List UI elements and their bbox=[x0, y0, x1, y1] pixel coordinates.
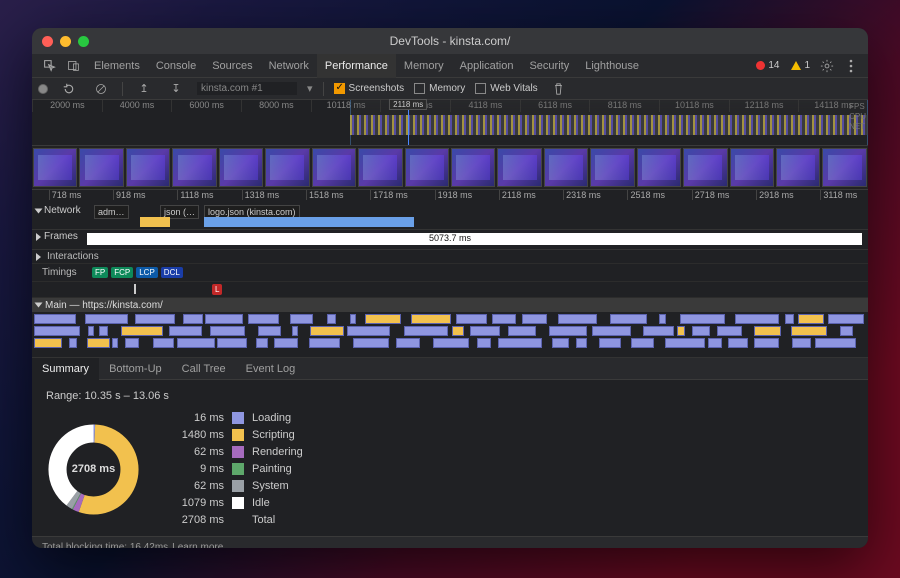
screenshot-thumb[interactable] bbox=[822, 148, 866, 187]
panel-tab-sources[interactable]: Sources bbox=[204, 54, 260, 78]
chevron-down-icon[interactable] bbox=[35, 208, 43, 213]
load-profile-icon[interactable]: ↥ bbox=[137, 82, 151, 96]
reload-icon[interactable] bbox=[62, 82, 76, 96]
device-toggle-icon[interactable] bbox=[66, 59, 80, 73]
timings-section[interactable]: Timings FPFCPLCPDCL bbox=[32, 264, 868, 282]
screenshot-filmstrip[interactable] bbox=[32, 146, 868, 190]
panel-tab-network[interactable]: Network bbox=[261, 54, 317, 78]
panel-tab-elements[interactable]: Elements bbox=[86, 54, 148, 78]
breakdown-row: 9 msPainting bbox=[169, 463, 303, 475]
flame-time-ruler[interactable]: 718 ms918 ms1118 ms1318 ms1518 ms1718 ms… bbox=[32, 190, 868, 204]
screenshot-thumb[interactable] bbox=[683, 148, 727, 187]
screenshot-thumb[interactable] bbox=[730, 148, 774, 187]
screenshots-checkbox[interactable]: Screenshots bbox=[334, 83, 405, 94]
range-text: Range: 10.35 s – 13.06 s bbox=[46, 390, 854, 402]
net-label: NET bbox=[849, 122, 866, 132]
settings-gear-icon[interactable] bbox=[820, 59, 834, 73]
breakdown-row: 16 msLoading bbox=[169, 412, 303, 424]
breakdown-row: 1480 msScripting bbox=[169, 429, 303, 441]
detail-tab-summary[interactable]: Summary bbox=[32, 358, 99, 380]
inspect-icon[interactable] bbox=[42, 59, 56, 73]
statusbar: Total blocking time: 16.42ms Learn more bbox=[32, 536, 868, 548]
panel-tab-application[interactable]: Application bbox=[452, 54, 522, 78]
panel-tab-memory[interactable]: Memory bbox=[396, 54, 452, 78]
screenshot-thumb[interactable] bbox=[497, 148, 541, 187]
chevron-right-icon[interactable] bbox=[36, 253, 41, 261]
titlebar: DevTools - kinsta.com/ bbox=[32, 28, 868, 54]
screenshot-thumb[interactable] bbox=[544, 148, 588, 187]
breakdown-legend: 16 msLoading 1480 msScripting 62 msRenderi… bbox=[169, 412, 303, 526]
timing-badge-dcl: DCL bbox=[161, 267, 183, 278]
network-section[interactable]: Network adm… json (… logo.json (kinsta.c… bbox=[32, 204, 868, 230]
network-item[interactable]: adm… bbox=[94, 205, 129, 219]
overview-timeline[interactable]: 2000 ms4000 ms6000 ms8000 ms10118 ms2118… bbox=[32, 100, 868, 146]
screenshot-thumb[interactable] bbox=[79, 148, 123, 187]
breakdown-row: 62 msSystem bbox=[169, 480, 303, 492]
learn-more-link[interactable]: Learn more bbox=[172, 542, 223, 548]
panel-tab-lighthouse[interactable]: Lighthouse bbox=[577, 54, 647, 78]
frames-section[interactable]: Frames 5073.7 ms bbox=[32, 230, 868, 250]
screenshot-thumb[interactable] bbox=[126, 148, 170, 187]
webvitals-checkbox[interactable]: Web Vitals bbox=[475, 83, 537, 94]
panel-tabbar: ElementsConsoleSourcesNetworkPerformance… bbox=[32, 54, 868, 78]
breakdown-donut: 2708 ms bbox=[46, 422, 141, 517]
screenshot-thumb[interactable] bbox=[358, 148, 402, 187]
panel-tab-performance[interactable]: Performance bbox=[317, 54, 396, 78]
breakdown-row: 62 msRendering bbox=[169, 446, 303, 458]
save-profile-icon[interactable]: ↧ bbox=[169, 82, 183, 96]
devtools-window: DevTools - kinsta.com/ ElementsConsoleSo… bbox=[32, 28, 868, 548]
chevron-down-icon[interactable] bbox=[35, 303, 43, 308]
kebab-menu-icon[interactable] bbox=[844, 59, 858, 73]
timing-badge-fp: FP bbox=[92, 267, 108, 278]
clear-icon[interactable] bbox=[94, 82, 108, 96]
flame-chart[interactable] bbox=[32, 312, 868, 358]
performance-toolbar: ↥ ↧ ▾ Screenshots Memory Web Vitals bbox=[32, 78, 868, 100]
panel-tab-console[interactable]: Console bbox=[148, 54, 204, 78]
interactions-section[interactable]: Interactions bbox=[32, 250, 868, 264]
screenshot-thumb[interactable] bbox=[265, 148, 309, 187]
breakdown-row: 1079 msIdle bbox=[169, 497, 303, 509]
chevron-right-icon[interactable] bbox=[36, 233, 41, 241]
detail-tab-bottom-up[interactable]: Bottom-Up bbox=[99, 358, 172, 380]
window-title: DevTools - kinsta.com/ bbox=[32, 34, 868, 48]
cpu-label: CPU bbox=[849, 112, 866, 122]
detail-tab-event-log[interactable]: Event Log bbox=[236, 358, 306, 380]
screenshot-thumb[interactable] bbox=[219, 148, 263, 187]
screenshot-thumb[interactable] bbox=[637, 148, 681, 187]
record-button[interactable] bbox=[38, 84, 48, 94]
screenshot-thumb[interactable] bbox=[172, 148, 216, 187]
screenshot-thumb[interactable] bbox=[590, 148, 634, 187]
warning-badge[interactable]: 1 bbox=[787, 59, 814, 72]
time-marker-label: 2118 ms bbox=[389, 99, 427, 110]
detail-tab-call-tree[interactable]: Call Tree bbox=[172, 358, 236, 380]
screenshot-thumb[interactable] bbox=[33, 148, 77, 187]
recording-selector[interactable] bbox=[197, 82, 297, 95]
screenshot-thumb[interactable] bbox=[776, 148, 820, 187]
screenshot-thumb[interactable] bbox=[451, 148, 495, 187]
frame-duration: 5073.7 ms bbox=[429, 233, 471, 243]
detail-tabbar: SummaryBottom-UpCall TreeEvent Log bbox=[32, 358, 868, 380]
panel-tab-security[interactable]: Security bbox=[521, 54, 577, 78]
timing-badge-lcp: LCP bbox=[136, 267, 158, 278]
timing-badge-fcp: FCP bbox=[111, 267, 133, 278]
summary-panel: Range: 10.35 s – 13.06 s 2708 ms 16 msLo… bbox=[32, 380, 868, 536]
gc-trash-icon[interactable] bbox=[552, 82, 566, 96]
screenshot-thumb[interactable] bbox=[312, 148, 356, 187]
fps-label: FPS bbox=[849, 102, 866, 112]
memory-checkbox[interactable]: Memory bbox=[414, 83, 465, 94]
blocking-time-text: Total blocking time: 16.42ms bbox=[42, 542, 168, 548]
error-badge[interactable]: 14 bbox=[752, 59, 783, 72]
screenshot-thumb[interactable] bbox=[405, 148, 449, 187]
main-thread-header[interactable]: Main — https://kinsta.com/ bbox=[32, 298, 868, 312]
timing-l-marker: L bbox=[212, 284, 222, 295]
